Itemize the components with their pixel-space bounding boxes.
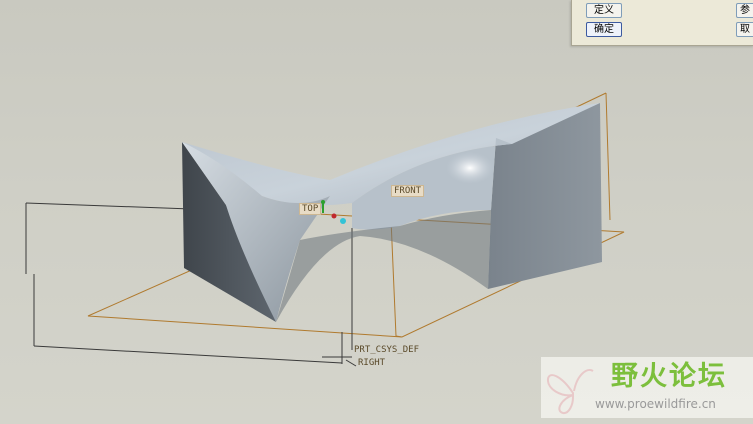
butterfly-logo-icon [547, 369, 594, 415]
confirm-button[interactable]: 确定 [586, 22, 622, 37]
top-plane-label[interactable]: TOP [299, 203, 322, 215]
csys-label[interactable]: PRT_CSYS_DEF [352, 345, 421, 355]
right-plane-label[interactable]: RIGHT [356, 358, 387, 368]
front-plane-label[interactable]: FRONT [391, 185, 425, 197]
cancel-button[interactable]: 取 [736, 22, 753, 37]
define-button[interactable]: 定义 [586, 3, 622, 18]
csys-origin-red [331, 213, 337, 219]
watermark-title: 野火论坛 [611, 361, 727, 392]
csys-origin-cyan [340, 218, 346, 224]
watermark-url: www.proewildfire.cn [595, 397, 716, 411]
watermark: 野火论坛 www.proewildfire.cn [541, 357, 753, 418]
csys-axes [322, 332, 357, 367]
ref-button[interactable]: 参 [736, 3, 753, 18]
surface-highlight [446, 152, 494, 184]
feature-dialog: 定义 确定 参 取 [571, 0, 753, 46]
